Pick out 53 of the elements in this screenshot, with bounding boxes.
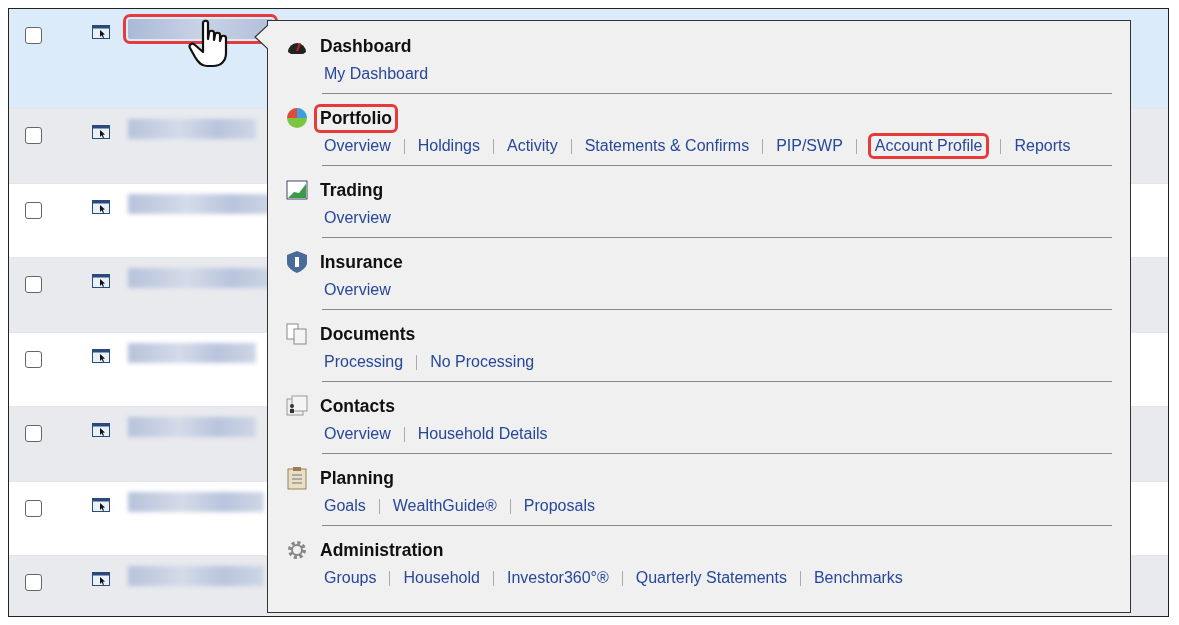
pie-chart-icon [286,107,308,129]
checkbox[interactable] [25,350,42,368]
section-title: Administration [319,538,445,562]
menu-link[interactable]: Statements & Confirms [583,136,751,156]
menu-link[interactable]: My Dashboard [323,64,430,84]
menu-link[interactable]: Processing [323,352,405,372]
window-icon[interactable] [92,274,110,288]
checkbox[interactable] [25,425,42,442]
menu-link[interactable]: No Processing [429,352,536,372]
clipboard-icon [287,466,307,490]
window-icon[interactable] [92,572,110,586]
menu-link[interactable]: Household Details [416,424,549,444]
window-icon[interactable] [92,199,110,214]
window-icon[interactable] [92,348,110,363]
menu-link[interactable]: Investor360°® [505,568,610,588]
section-title: Trading [319,178,385,202]
menu-link[interactable]: WealthGuide® [391,496,498,516]
shield-icon [286,250,308,274]
line-chart-icon [286,180,308,200]
menu-link[interactable]: Overview [323,136,392,156]
menu-link[interactable]: Household [402,568,481,588]
menu-link[interactable]: PIP/SWP [775,136,844,156]
menu-link[interactable]: Overview [323,208,392,228]
menu-link[interactable]: Account Profile [870,136,987,156]
documents-icon [286,323,308,345]
menu-link[interactable]: Goals [323,496,367,516]
section-title: Insurance [319,250,404,274]
menu-link[interactable]: Groups [323,568,378,588]
contacts-icon [286,395,308,417]
section-title: Planning [319,466,395,490]
checkbox[interactable] [25,201,42,219]
window-icon[interactable] [92,125,110,139]
section-title: Dashboard [319,34,413,58]
window-icon[interactable] [92,423,110,437]
menu-link[interactable]: Reports [1013,136,1072,156]
checkbox[interactable] [25,127,42,144]
menu-link[interactable]: Quarterly Statements [634,568,788,588]
window-icon[interactable] [92,25,110,39]
checkbox[interactable] [25,499,42,517]
checkbox[interactable] [25,574,42,591]
menu-link[interactable]: Benchmarks [812,568,904,588]
section-title: Portfolio [317,106,395,130]
checkbox[interactable] [25,27,42,44]
menu-link[interactable]: Overview [323,280,392,300]
window-icon[interactable] [92,497,110,512]
gear-icon [286,539,308,561]
menu-link[interactable]: Holdings [416,136,481,156]
menu-link[interactable]: Overview [323,424,392,444]
menu-link[interactable]: Activity [505,136,559,156]
checkbox[interactable] [25,276,42,293]
section-title: Contacts [319,394,396,418]
section-title: Documents [319,322,417,346]
menu-link[interactable]: Proposals [522,496,596,516]
